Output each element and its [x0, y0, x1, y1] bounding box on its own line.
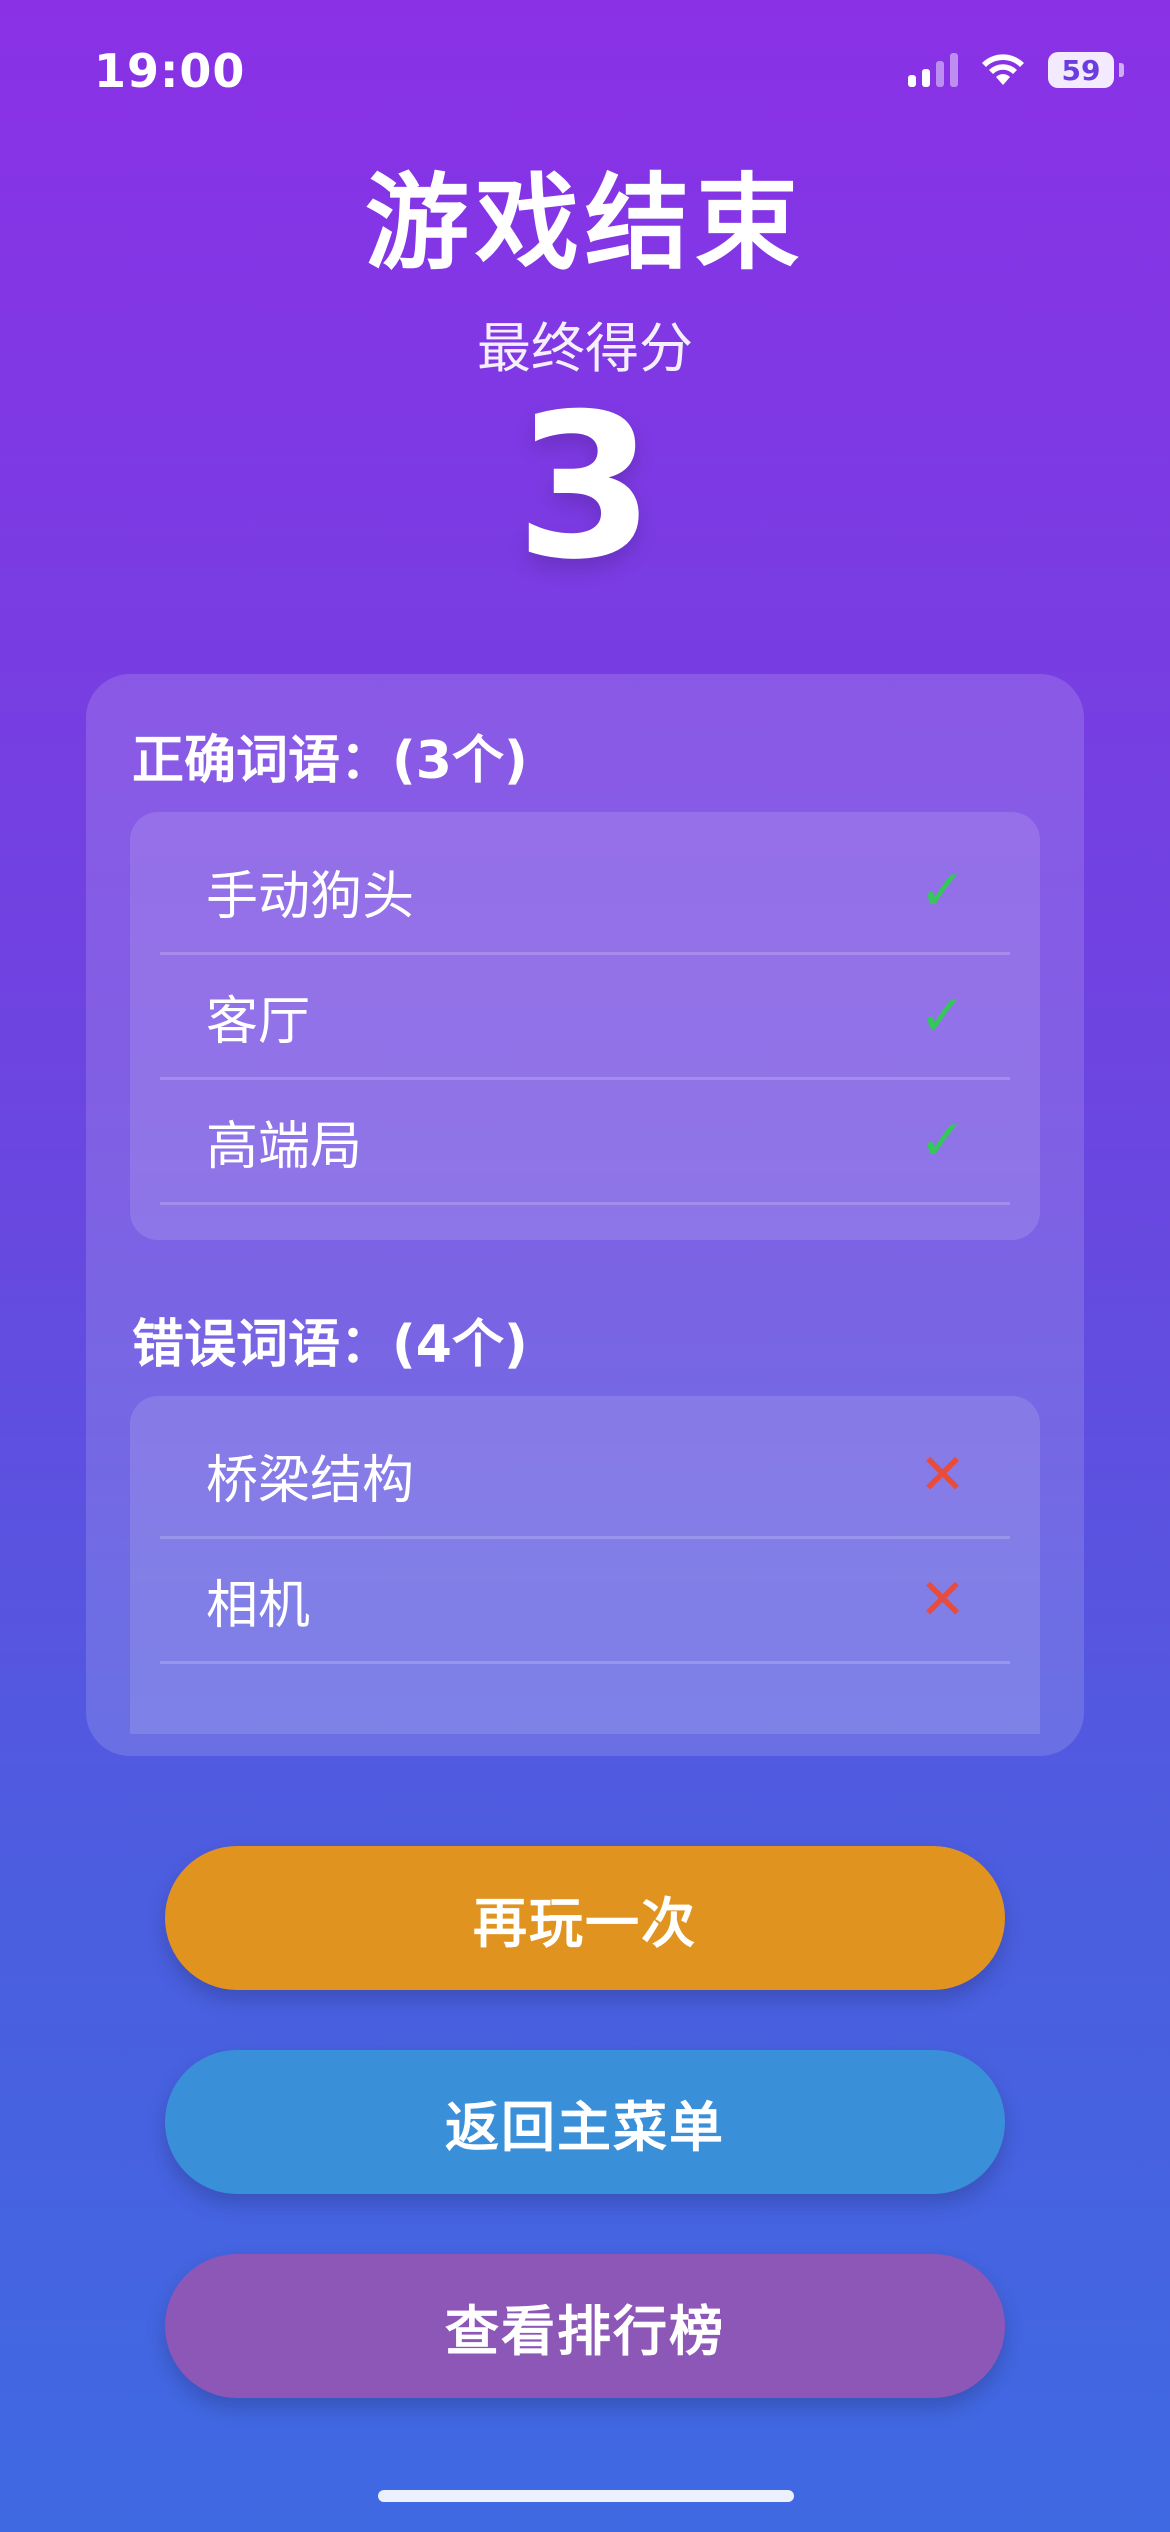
wrong-words-title: 错误词语：(4个) — [132, 1315, 528, 1375]
list-item: 客厅 ✓ — [160, 955, 1010, 1080]
correct-word: 手动狗头 — [206, 866, 415, 927]
leaderboard-button[interactable]: 查看排行榜 — [165, 2254, 1005, 2398]
final-score-value: 3 — [515, 371, 655, 604]
wrong-words-list[interactable]: 桥梁结构 ✕ 相机 ✕ — [130, 1396, 1040, 1734]
cross-icon: ✕ — [919, 1567, 966, 1633]
home-indicator[interactable] — [378, 2490, 794, 2502]
list-item: 手动狗头 ✓ — [160, 830, 1010, 955]
check-icon: ✓ — [919, 1108, 966, 1174]
cross-icon: ✕ — [919, 1442, 966, 1508]
wrong-word: 相机 — [206, 1575, 311, 1636]
correct-word: 高端局 — [206, 1116, 363, 1177]
correct-word: 客厅 — [206, 991, 311, 1052]
play-again-button[interactable]: 再玩一次 — [165, 1846, 1005, 1990]
battery-level: 59 — [1061, 53, 1101, 87]
check-icon: ✓ — [919, 983, 966, 1049]
correct-words-title: 正确词语：(3个) — [132, 731, 528, 791]
list-item: 桥梁结构 ✕ — [160, 1414, 1010, 1539]
correct-words-list: 手动狗头 ✓ 客厅 ✓ 高端局 ✓ — [130, 812, 1040, 1240]
results-card[interactable]: 正确词语：(3个) 手动狗头 ✓ 客厅 ✓ 高端局 ✓ 错误词语：(4个) 桥梁… — [86, 674, 1084, 1756]
list-item-partial — [160, 1664, 1010, 1734]
list-item: 高端局 ✓ — [160, 1080, 1010, 1205]
status-icons: 59 — [908, 52, 1124, 88]
wrong-word: 桥梁结构 — [206, 1450, 415, 1511]
battery-icon: 59 — [1048, 52, 1124, 88]
page-title: 游戏结束 — [364, 162, 805, 284]
list-item: 相机 ✕ — [160, 1539, 1010, 1664]
status-bar: 19:00 59 — [0, 0, 1170, 140]
wifi-icon — [982, 54, 1024, 85]
status-time: 19:00 — [94, 44, 246, 98]
main-menu-button[interactable]: 返回主菜单 — [165, 2050, 1005, 2194]
check-icon: ✓ — [919, 858, 966, 924]
cellular-signal-icon — [908, 53, 958, 87]
